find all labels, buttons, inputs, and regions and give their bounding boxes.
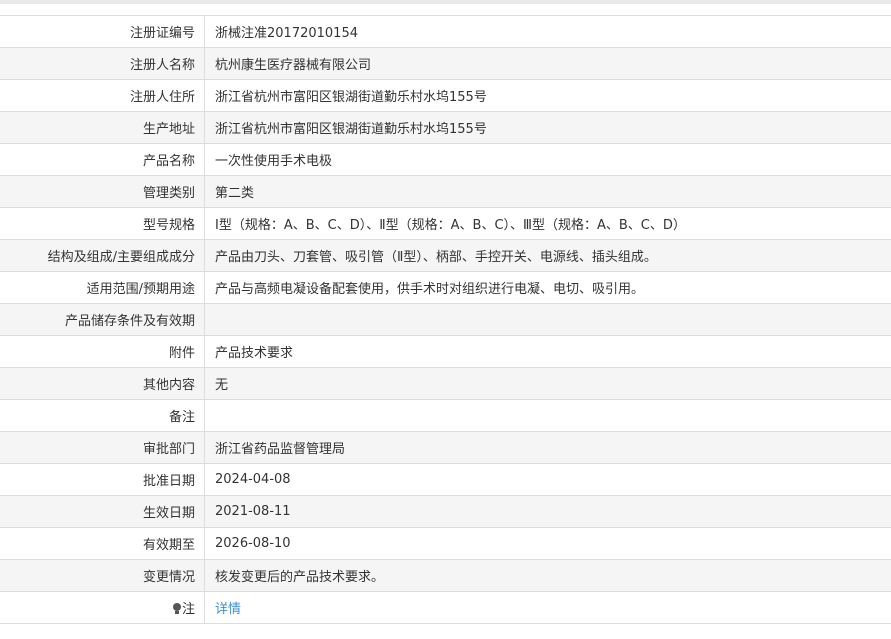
table-row: 有效期至 2026-08-10	[0, 527, 891, 560]
field-value: 产品由刀头、刀套管、吸引管（Ⅱ型）、柄部、手控开关、电源线、插头组成。	[204, 239, 891, 272]
field-label: 注册证编号	[0, 15, 205, 48]
field-value: 杭州康生医疗器械有限公司	[204, 47, 891, 80]
field-label: 管理类别	[0, 175, 205, 208]
table-row: 注册人名称 杭州康生医疗器械有限公司	[0, 47, 891, 80]
table-row: 变更情况 核发变更后的产品技术要求。	[0, 559, 891, 592]
field-label: 注册人名称	[0, 47, 205, 80]
note-label-text: 注	[181, 602, 195, 617]
field-label: 产品储存条件及有效期	[0, 303, 205, 336]
table-row: 产品名称 一次性使用手术电极	[0, 143, 891, 176]
field-label: 批准日期	[0, 463, 205, 496]
field-value: 第二类	[204, 175, 891, 208]
field-label: 生效日期	[0, 495, 205, 528]
field-value: 浙江省杭州市富阳区银湖街道勤乐村水坞155号	[204, 79, 891, 112]
note-row: 注 详情	[0, 591, 891, 624]
table-row: 附件 产品技术要求	[0, 335, 891, 368]
table-row: 注册证编号 浙械注准20172010154	[0, 15, 891, 48]
field-value: 2024-04-08	[204, 463, 891, 496]
field-value: 浙江省药品监督管理局	[204, 431, 891, 464]
field-label: 其他内容	[0, 367, 205, 400]
field-label: 型号规格	[0, 207, 205, 240]
note-value: 详情	[204, 591, 891, 624]
note-label: 注	[0, 591, 205, 624]
field-value: 一次性使用手术电极	[204, 143, 891, 176]
table-row: 审批部门 浙江省药品监督管理局	[0, 431, 891, 464]
field-label: 附件	[0, 335, 205, 368]
table-row: 型号规格 Ⅰ型（规格：A、B、C、D）、Ⅱ型（规格：A、B、C）、Ⅲ型（规格：A…	[0, 207, 891, 240]
field-label: 有效期至	[0, 527, 205, 560]
field-value	[204, 303, 891, 336]
field-label: 生产地址	[0, 111, 205, 144]
field-value: 2021-08-11	[204, 495, 891, 528]
field-value: 产品技术要求	[204, 335, 891, 368]
field-value: Ⅰ型（规格：A、B、C、D）、Ⅱ型（规格：A、B、C）、Ⅲ型（规格：A、B、C、…	[204, 207, 891, 240]
registration-detail-table: 注册证编号 浙械注准20172010154 注册人名称 杭州康生医疗器械有限公司…	[0, 15, 891, 624]
table-row: 备注	[0, 399, 891, 432]
field-label: 注册人住所	[0, 79, 205, 112]
table-row: 其他内容 无	[0, 367, 891, 400]
field-value	[204, 399, 891, 432]
table-row: 注册人住所 浙江省杭州市富阳区银湖街道勤乐村水坞155号	[0, 79, 891, 112]
field-value: 产品与高频电凝设备配套使用，供手术时对组织进行电凝、电切、吸引用。	[204, 271, 891, 304]
table-row: 产品储存条件及有效期	[0, 303, 891, 336]
table-row: 管理类别 第二类	[0, 175, 891, 208]
field-value: 浙械注准20172010154	[204, 15, 891, 48]
field-label: 适用范围/预期用途	[0, 271, 205, 304]
top-gap	[0, 4, 891, 15]
field-value: 无	[204, 367, 891, 400]
field-label: 审批部门	[0, 431, 205, 464]
field-value: 核发变更后的产品技术要求。	[204, 559, 891, 592]
bulb-icon	[172, 603, 181, 614]
field-value: 浙江省杭州市富阳区银湖街道勤乐村水坞155号	[204, 111, 891, 144]
field-value: 2026-08-10	[204, 527, 891, 560]
field-label: 变更情况	[0, 559, 205, 592]
table-row: 批准日期 2024-04-08	[0, 463, 891, 496]
details-link[interactable]: 详情	[215, 602, 241, 617]
field-label: 产品名称	[0, 143, 205, 176]
table-row: 结构及组成/主要组成成分 产品由刀头、刀套管、吸引管（Ⅱ型）、柄部、手控开关、电…	[0, 239, 891, 272]
field-label: 备注	[0, 399, 205, 432]
table-row: 生效日期 2021-08-11	[0, 495, 891, 528]
table-row: 生产地址 浙江省杭州市富阳区银湖街道勤乐村水坞155号	[0, 111, 891, 144]
table-row: 适用范围/预期用途 产品与高频电凝设备配套使用，供手术时对组织进行电凝、电切、吸…	[0, 271, 891, 304]
field-label: 结构及组成/主要组成成分	[0, 239, 205, 272]
